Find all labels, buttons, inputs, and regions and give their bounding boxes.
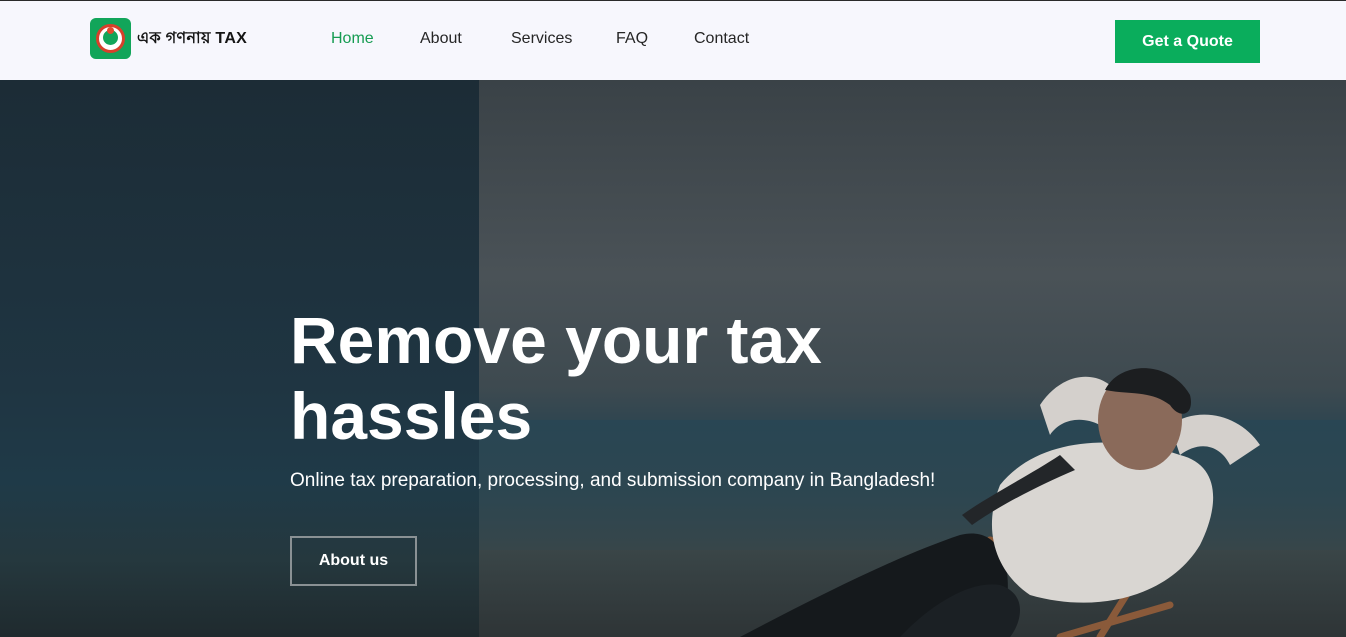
nav-faq[interactable]: FAQ: [616, 30, 648, 48]
nav-home[interactable]: Home: [331, 30, 374, 48]
hero-subtitle: Online tax preparation, processing, and …: [290, 470, 936, 491]
logo-text: এক গণনায় TAX: [137, 30, 248, 47]
nav-contact[interactable]: Contact: [694, 30, 749, 48]
site-logo[interactable]: এক গণনায় TAX: [90, 18, 247, 59]
hero-section: Remove your tax hassles Online tax prepa…: [0, 80, 1346, 637]
logo-emblem-icon: [90, 18, 131, 59]
get-quote-button[interactable]: Get a Quote: [1115, 20, 1260, 63]
site-header: এক গণনায় TAX Home About Services FAQ Co…: [0, 0, 1346, 80]
hero-title: Remove your tax hassles: [290, 303, 822, 453]
nav-about[interactable]: About: [420, 30, 462, 48]
about-us-button[interactable]: About us: [290, 536, 417, 586]
nav-services[interactable]: Services: [511, 30, 572, 48]
